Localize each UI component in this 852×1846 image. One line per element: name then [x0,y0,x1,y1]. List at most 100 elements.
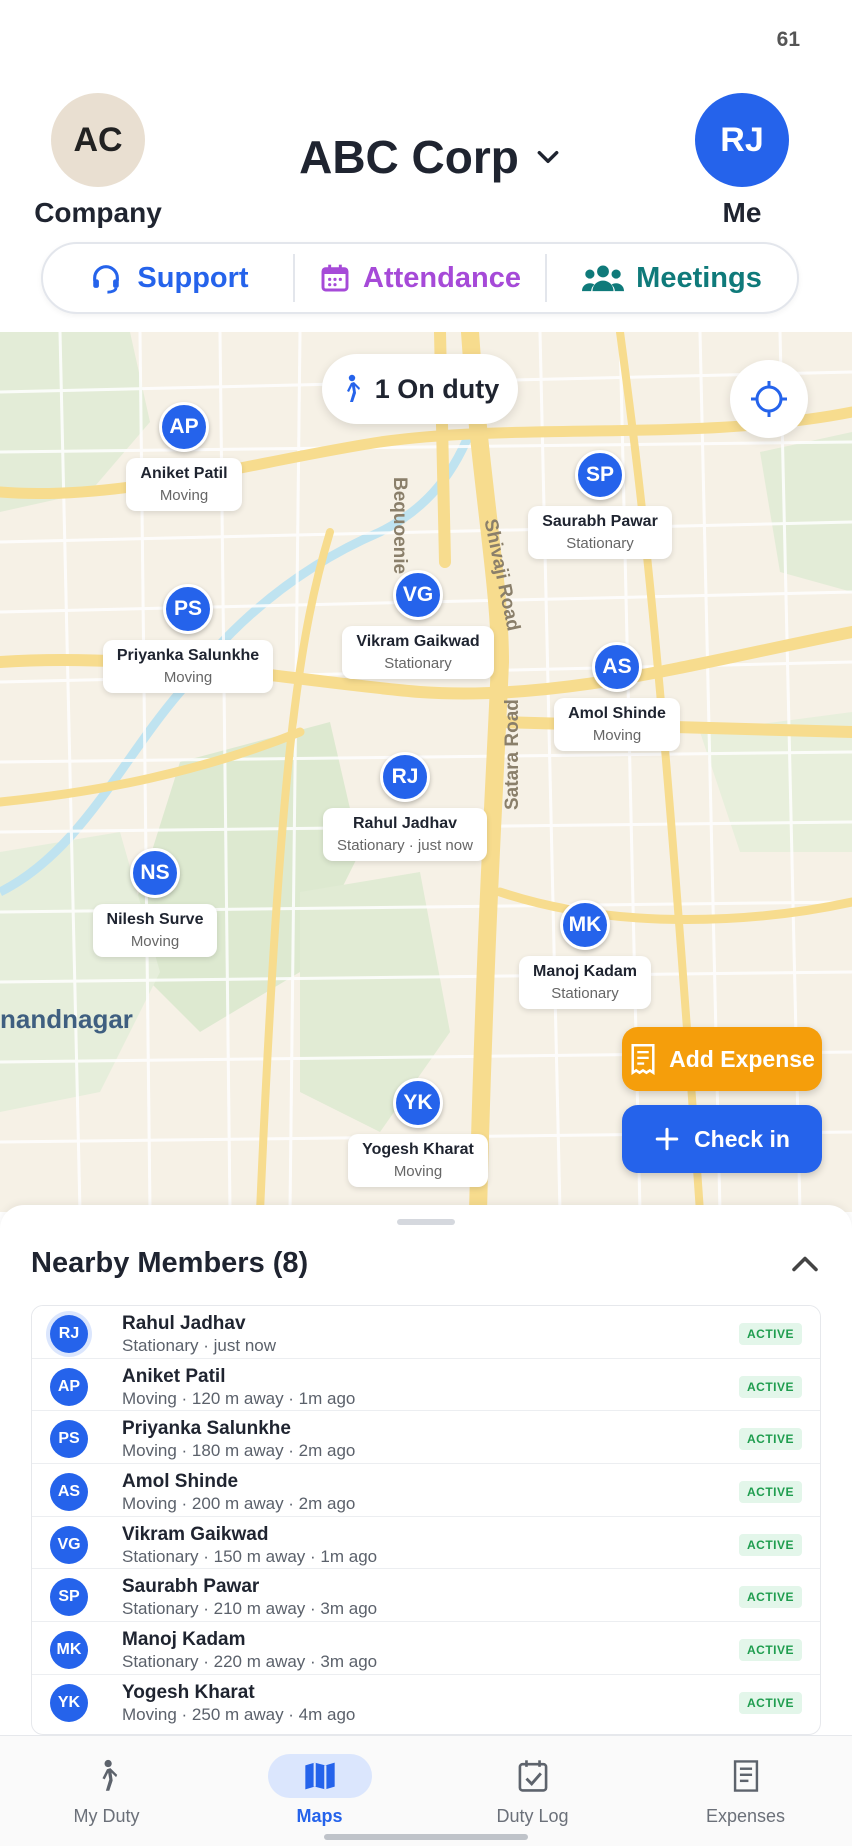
marker-avatar: AP [159,402,209,452]
check-in-button[interactable]: Check in [622,1105,822,1173]
list-item[interactable]: RJ Rahul Jadhav Stationary · just now AC… [32,1306,820,1359]
member-detail: Moving · 250 m away · 4m ago [122,1704,356,1724]
receipt-icon [733,1760,758,1792]
bottom-navigation: My Duty Maps Duty Log Expenses [0,1735,852,1846]
receipt-icon [631,1044,655,1075]
meetings-button[interactable]: Meetings [547,244,797,312]
marker-status: Stationary [384,655,452,672]
member-name: Yogesh Kharat [122,1681,255,1703]
marker-status: Moving [163,669,213,686]
check-in-label: Check in [694,1125,790,1152]
map-marker[interactable]: VG Vikram Gaikwad Stationary [328,570,508,679]
member-detail: Stationary · 210 m away · 3m ago [122,1599,378,1619]
attendance-label: Attendance [363,261,521,294]
marker-name: Yogesh Kharat [362,1141,474,1158]
list-item[interactable]: VG Vikram Gaikwad Stationary · 150 m awa… [32,1517,820,1570]
status-badge: ACTIVE [738,1375,802,1398]
avatar: RJ [50,1315,88,1353]
marker-status: Stationary · just now [337,837,473,854]
status-badge: ACTIVE [738,1428,802,1451]
on-duty-label: 1 On duty [374,373,500,404]
marker-status: Moving [592,727,642,744]
add-expense-button[interactable]: Add Expense [622,1027,822,1091]
map-marker[interactable]: YK Yogesh Kharat Moving [328,1078,508,1187]
support-label: Support [137,261,249,294]
walking-icon [101,1759,117,1791]
app-header: AC Company ABC Corp RJ Me [0,90,852,230]
nav-duty-log[interactable]: Duty Log [426,1736,639,1846]
member-detail: Moving · 120 m away · 1m ago [122,1388,356,1408]
avatar: AP [50,1367,88,1406]
member-name: Aniket Patil [122,1365,226,1387]
locate-me-button[interactable] [730,360,808,438]
map-marker[interactable]: SP Saurabh Pawar Stationary [510,450,690,559]
marker-status: Moving [159,487,209,504]
headset-icon [93,265,120,294]
list-item[interactable]: AP Aniket Patil Moving · 120 m away · 1m… [32,1359,820,1412]
sheet-drag-handle[interactable] [397,1219,455,1225]
list-item[interactable]: MK Manoj Kadam Stationary · 220 m away ·… [32,1622,820,1675]
marker-card: Aniket Patil Moving [126,458,242,511]
list-item[interactable]: SP Saurabh Pawar Stationary · 210 m away… [32,1569,820,1623]
list-item[interactable]: PS Priyanka Salunkhe Moving · 180 m away… [32,1411,820,1465]
map-marker[interactable]: PS Priyanka Salunkhe Moving [98,584,278,693]
marker-name: Nilesh Surve [106,911,204,928]
nav-expenses[interactable]: Expenses [639,1736,852,1846]
road-label-bequoenie: Bequoenie [389,477,410,575]
nav-maps[interactable]: Maps [213,1736,426,1846]
quick-actions-bar: Support Attendance Meetings [41,242,799,314]
member-name: Vikram Gaikwad [122,1523,269,1545]
map-icon [304,1762,335,1790]
member-name: Priyanka Salunkhe [122,1418,291,1440]
status-bar: 61 [0,0,852,80]
member-detail: Stationary · just now [122,1336,277,1355]
avatar: PS [50,1420,88,1459]
marker-avatar: AS [592,642,642,692]
marker-status: Stationary [566,535,634,552]
list-item[interactable]: YK Yogesh Kharat Moving · 250 m away · 4… [32,1675,820,1728]
avatar: SP [50,1578,88,1617]
marker-avatar: SP [575,450,625,500]
support-button[interactable]: Support [43,244,293,312]
map-marker[interactable]: RJ Rahul Jadhav Stationary · just now [315,752,495,861]
member-name: Saurabh Pawar [122,1576,260,1598]
marker-card: Vikram Gaikwad Stationary [342,626,494,679]
company-switcher[interactable]: AC Company [28,93,168,229]
marker-name: Priyanka Salunkhe [116,647,260,664]
on-duty-pill[interactable]: 1 On duty [322,354,518,424]
status-badge: ACTIVE [738,1533,802,1556]
marker-card: Manoj Kadam Stationary [518,956,651,1009]
marker-status: Stationary [551,985,619,1002]
profile-button[interactable]: RJ Me [672,93,812,229]
attendance-button[interactable]: Attendance [295,244,545,312]
marker-avatar: MK [560,900,610,950]
marker-card: Nilesh Surve Moving [92,904,218,957]
member-name: Manoj Kadam [122,1629,246,1651]
walking-icon [346,374,360,402]
list-item[interactable]: AS Amol Shinde Moving · 200 m away · 2m … [32,1464,820,1517]
marker-card: Priyanka Salunkhe Moving [102,640,274,693]
member-detail: Stationary · 220 m away · 3m ago [122,1652,378,1672]
avatar: MK [50,1631,88,1670]
map-marker[interactable]: NS Nilesh Surve Moving [65,848,245,957]
marker-name: Manoj Kadam [532,963,637,980]
nav-label: My Duty [73,1806,140,1826]
map-marker[interactable]: MK Manoj Kadam Stationary [495,900,675,1009]
org-name: ABC Corp [299,131,519,183]
marker-name: Rahul Jadhav [352,815,458,832]
group-icon [582,265,625,292]
calendar-icon [321,264,349,292]
nav-label: Expenses [705,1806,786,1826]
org-selector[interactable]: ABC Corp [280,130,580,184]
nav-my-duty[interactable]: My Duty [0,1736,213,1846]
map-marker[interactable]: AP Aniket Patil Moving [94,402,274,511]
member-name: Rahul Jadhav [122,1313,246,1334]
crosshair-icon [751,381,787,417]
map-marker[interactable]: AS Amol Shinde Moving [527,642,707,751]
nav-icon-container [694,1754,798,1798]
meetings-label: Meetings [636,261,762,294]
me-avatar: RJ [695,93,789,187]
chevron-up-icon[interactable] [788,1253,822,1275]
marker-name: Aniket Patil [140,465,228,482]
team-map[interactable]: Bequoenie Shivaji Road Satara Road nandn… [0,332,852,1212]
